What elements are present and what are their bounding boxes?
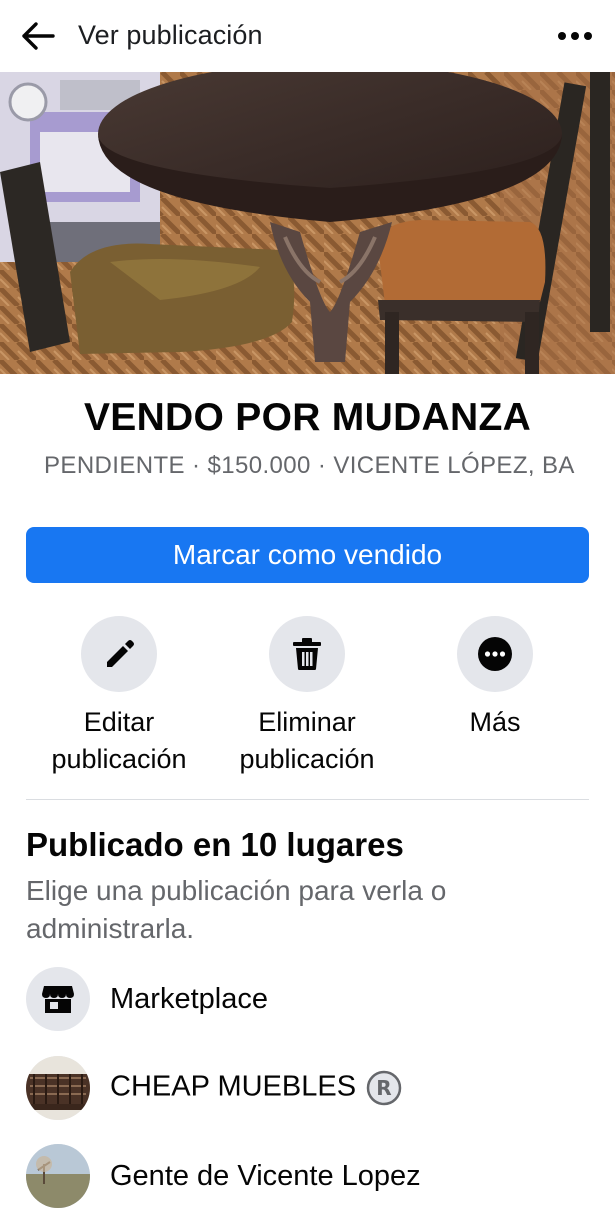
group-avatar <box>26 1144 90 1208</box>
placement-name: Gente de Vicente Lopez <box>110 1159 421 1192</box>
group-avatar-image <box>26 1056 90 1120</box>
svg-text:R: R <box>376 1076 391 1100</box>
mark-as-sold-button[interactable]: Marcar como vendido <box>26 527 589 583</box>
placements-title: Publicado en 10 lugares <box>26 826 404 863</box>
divider <box>26 799 589 800</box>
back-button[interactable] <box>18 16 58 56</box>
arrow-left-icon <box>22 22 55 50</box>
registered-mark-icon: R <box>366 1070 402 1106</box>
trash-icon <box>293 638 321 670</box>
group-avatar <box>26 1056 90 1120</box>
storefront-icon-avatar <box>26 967 90 1031</box>
listing-photo-image <box>0 72 615 374</box>
pencil-icon <box>107 640 134 667</box>
more-actions-button[interactable]: Más <box>414 616 576 741</box>
edit-listing-button[interactable]: Editar publicación <box>38 616 200 778</box>
listing-title: VENDO POR MUDANZA <box>83 396 532 439</box>
placement-item-cheap-muebles[interactable]: CHEAP MUEBLES R <box>26 1056 402 1120</box>
group-avatar-image <box>26 1144 90 1208</box>
placement-name: Marketplace <box>110 982 268 1015</box>
placement-name-text: CHEAP MUEBLES <box>110 1070 357 1103</box>
more-options-button[interactable] <box>555 22 595 50</box>
delete-icon-circle <box>269 616 345 692</box>
more-actions-label: Más <box>469 707 521 737</box>
placement-item-gente-de-vicente-lopez[interactable]: Gente de Vicente Lopez <box>26 1144 421 1208</box>
placements-subtitle: Elige una publicación para verla o admin… <box>26 875 447 944</box>
more-circle-icon <box>478 637 512 671</box>
edit-listing-label: Editar publicación <box>51 707 187 774</box>
storefront-icon <box>42 986 74 1013</box>
more-horizontal-icon <box>558 32 592 40</box>
top-bar: Ver publicación <box>0 0 615 72</box>
placement-name: CHEAP MUEBLES R <box>110 1070 402 1106</box>
listing-meta: PENDIENTE · $150.000 · VICENTE LÓPEZ, BA <box>44 452 575 479</box>
delete-listing-label: Eliminar publicación <box>239 707 375 774</box>
edit-icon-circle <box>81 616 157 692</box>
delete-listing-button[interactable]: Eliminar publicación <box>226 616 388 778</box>
placement-item-marketplace[interactable]: Marketplace <box>26 967 268 1031</box>
listing-photo[interactable] <box>0 72 615 374</box>
more-icon-circle <box>457 616 533 692</box>
page-title: Ver publicación <box>78 20 263 50</box>
